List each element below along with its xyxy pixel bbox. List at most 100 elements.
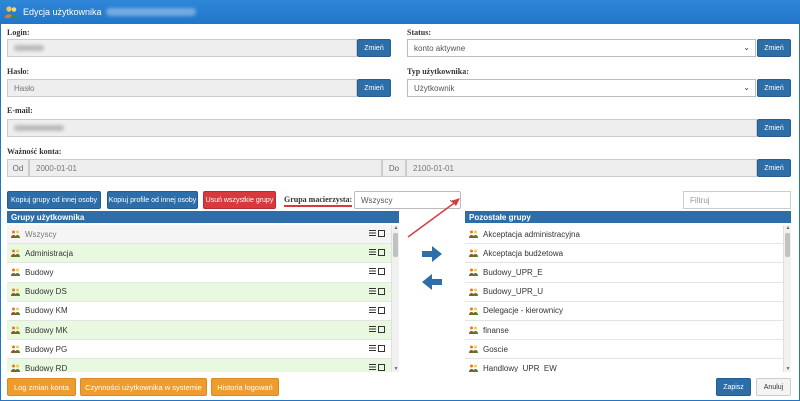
row-actions: [369, 364, 385, 372]
window-title: Edycja użytkownika: [23, 7, 102, 17]
row-actions: [369, 345, 385, 353]
list-item[interactable]: Administracja: [7, 244, 391, 264]
list-item[interactable]: Akceptacja budżetowa: [465, 244, 783, 264]
menu-icon[interactable]: [369, 306, 376, 314]
list-item[interactable]: Delegacje - kierownicy: [465, 302, 783, 321]
list-item[interactable]: Budowy DS: [7, 282, 391, 302]
email-label: E-mail:: [7, 106, 33, 115]
filter-input[interactable]: Filtruj: [683, 191, 791, 209]
scroll-up-arrow-icon[interactable]: ▲: [392, 225, 400, 231]
scroll-thumb[interactable]: [393, 233, 398, 257]
copy-groups-button[interactable]: Kopiuj grupy od innej osoby: [7, 191, 101, 209]
save-button[interactable]: Zapisz: [716, 378, 751, 396]
email-field[interactable]: [7, 119, 757, 137]
list-item[interactable]: Budowy MK: [7, 320, 391, 341]
list-item-label: Wszyscy: [25, 229, 57, 239]
validity-label: Ważność konta:: [7, 147, 62, 156]
user-type-change-button[interactable]: Zmień: [757, 79, 791, 97]
list-item-label: Delegacje - kierownicy: [483, 306, 564, 316]
edit-icon[interactable]: [378, 230, 385, 237]
scroll-up-arrow-icon[interactable]: ▲: [784, 225, 792, 231]
edit-icon[interactable]: [378, 268, 385, 276]
parent-group-value: Wszyscy: [361, 195, 393, 205]
login-history-button[interactable]: Historia logowań: [211, 378, 279, 396]
user-type-select[interactable]: Użytkownik ⌄: [407, 79, 756, 97]
log-changes-button[interactable]: Log zmian konta: [7, 378, 76, 396]
validity-from-field[interactable]: 2000-01-01: [29, 159, 382, 177]
list-item-label: Budowy PG: [25, 344, 68, 354]
group-icon: [11, 230, 20, 239]
status-change-button[interactable]: Zmień: [757, 39, 791, 57]
menu-icon[interactable]: [369, 345, 376, 353]
menu-icon[interactable]: [369, 287, 376, 295]
email-change-button[interactable]: Zmień: [757, 119, 791, 137]
login-change-button[interactable]: Zmień: [357, 39, 391, 57]
group-icon: [469, 288, 478, 296]
edit-icon[interactable]: [378, 325, 385, 333]
edit-icon[interactable]: [378, 306, 385, 314]
password-field[interactable]: Hasło: [7, 79, 357, 97]
remove-all-groups-button[interactable]: Usuń wszystkie grupy: [203, 191, 276, 209]
password-change-button[interactable]: Zmień: [357, 79, 391, 97]
list-item[interactable]: Budowy_UPR_E: [465, 263, 783, 283]
menu-icon[interactable]: [369, 325, 376, 333]
cancel-button[interactable]: Anuluj: [756, 378, 791, 396]
window-title-bar: Edycja użytkownika: [0, 0, 800, 24]
list-item[interactable]: Budowy_UPR_U: [465, 283, 783, 302]
group-icon: [469, 364, 478, 372]
user-groups-scrollbar[interactable]: ▲ ▼: [391, 225, 399, 372]
copy-profile-button[interactable]: Kopiuj profile od innej osoby: [107, 191, 198, 209]
list-item[interactable]: Akceptacja administracyjna: [465, 225, 783, 245]
row-actions: [369, 306, 385, 314]
list-item-label: finanse: [483, 325, 509, 335]
chevron-down-icon: ⌄: [743, 83, 750, 92]
group-icon: [11, 345, 20, 354]
move-right-icon[interactable]: [421, 246, 443, 262]
group-icon: [469, 230, 478, 239]
edit-icon[interactable]: [378, 287, 385, 295]
scroll-thumb[interactable]: [785, 233, 790, 257]
group-icon: [469, 249, 478, 258]
redacted-email: [14, 125, 64, 131]
validity-to-label: Do: [382, 159, 406, 177]
validity-to-field[interactable]: 2100-01-01: [406, 159, 757, 177]
user-groups-list: Wszyscy Administracja Budowy Budowy DS Budow…: [7, 225, 391, 372]
menu-icon[interactable]: [369, 249, 376, 257]
list-item[interactable]: Budowy: [7, 263, 391, 283]
scroll-down-arrow-icon[interactable]: ▼: [784, 366, 792, 372]
scroll-down-arrow-icon[interactable]: ▼: [392, 366, 400, 372]
group-icon: [11, 288, 20, 296]
password-label: Hasło:: [7, 67, 30, 76]
user-type-value: Użytkownik: [414, 83, 455, 93]
list-item[interactable]: Goscie: [465, 340, 783, 360]
users-icon: [4, 5, 18, 19]
login-field[interactable]: [7, 39, 357, 57]
validity-from-label: Od: [7, 159, 29, 177]
list-item[interactable]: Budowy PG: [7, 340, 391, 360]
menu-icon[interactable]: [369, 230, 376, 237]
status-label: Status:: [407, 28, 432, 37]
list-item[interactable]: Budowy KM: [7, 302, 391, 321]
status-select[interactable]: konto aktywne ⌄: [407, 39, 756, 57]
menu-icon[interactable]: [369, 364, 376, 372]
other-groups-list: Akceptacja administracyjna Akceptacja bud…: [465, 225, 783, 372]
edit-icon[interactable]: [378, 345, 385, 353]
list-item[interactable]: finanse: [465, 321, 783, 341]
list-item[interactable]: Wszyscy: [7, 225, 391, 245]
edit-icon[interactable]: [378, 364, 385, 372]
user-actions-button[interactable]: Czynności użytkownika w systemie: [80, 378, 207, 396]
group-icon: [11, 249, 20, 258]
validity-to-value: 2100-01-01: [413, 163, 454, 173]
move-left-icon[interactable]: [421, 274, 443, 290]
redacted-login: [14, 45, 44, 51]
list-item[interactable]: Budowy RD: [7, 359, 391, 372]
menu-icon[interactable]: [369, 268, 376, 276]
other-groups-scrollbar[interactable]: ▲ ▼: [783, 225, 791, 372]
list-item[interactable]: Handlowy_UPR_EW: [465, 359, 783, 372]
group-icon: [469, 326, 478, 335]
row-actions: [369, 249, 385, 257]
list-item-label: Budowy MK: [25, 325, 68, 335]
edit-icon[interactable]: [378, 249, 385, 257]
validity-change-button[interactable]: Zmień: [757, 159, 791, 177]
chevron-down-icon: ⌄: [743, 43, 750, 52]
